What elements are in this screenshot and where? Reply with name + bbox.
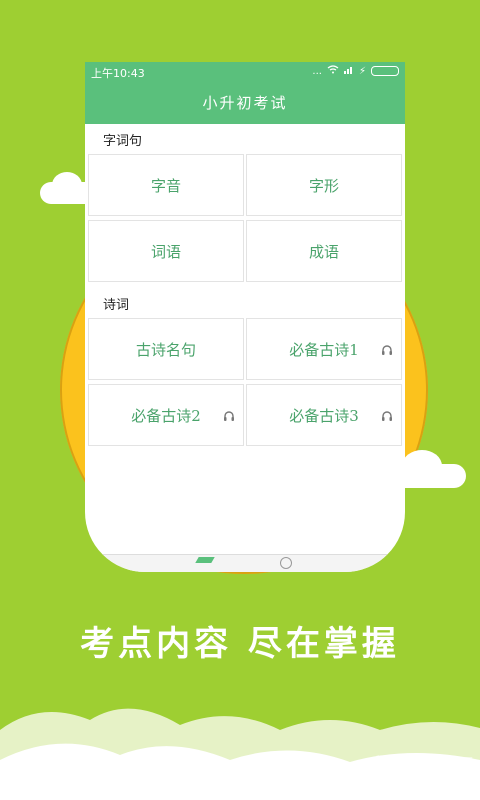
headphone-icon <box>381 342 393 355</box>
home-tab-icon[interactable] <box>195 557 215 563</box>
page-title: 小升初考试 <box>85 82 405 124</box>
cloud-decoration-left-top <box>52 172 82 198</box>
item-bibei-gushi-3[interactable]: 必备古诗3 <box>246 384 402 446</box>
item-zixing[interactable]: 字形 <box>246 154 402 216</box>
item-label: 古诗名句 <box>135 340 196 359</box>
section-label-zicijiu: 字词句 <box>103 134 143 149</box>
status-icons: ... ⚡ <box>312 65 399 77</box>
signal-icon <box>343 65 354 77</box>
headphone-icon <box>223 408 235 421</box>
item-label: 必备古诗2 <box>131 406 201 425</box>
item-label: 字形 <box>308 176 339 195</box>
slogan: 考点内容 尽在掌握 <box>80 624 400 664</box>
section-label-shici: 诗词 <box>103 298 130 313</box>
headphone-icon <box>381 408 393 421</box>
phone-screen: 上午10:43 ... ⚡ 小升初考试 字词句 字音 字形 词语 成语 诗词 古… <box>85 62 405 572</box>
cloud-decoration-right-top <box>402 450 442 482</box>
item-ziyin[interactable]: 字音 <box>88 154 244 216</box>
item-chengyu[interactable]: 成语 <box>246 220 402 282</box>
item-gushi-mingju[interactable]: 古诗名句 <box>88 318 244 380</box>
dots-icon: ... <box>312 65 322 77</box>
charging-icon: ⚡ <box>358 65 366 77</box>
item-bibei-gushi-2[interactable]: 必备古诗2 <box>88 384 244 446</box>
status-bar: 上午10:43 ... ⚡ <box>85 62 405 82</box>
battery-icon <box>371 66 399 76</box>
wifi-icon <box>327 65 339 77</box>
item-bibei-gushi-1[interactable]: 必备古诗1 <box>246 318 402 380</box>
status-time: 上午10:43 <box>91 67 145 80</box>
item-label: 必备古诗1 <box>289 340 359 359</box>
bottom-nav[interactable] <box>85 554 405 572</box>
watermark-url: WWW.1kyx.com <box>388 785 468 796</box>
item-ciyu[interactable]: 词语 <box>88 220 244 282</box>
item-label: 词语 <box>150 242 181 261</box>
profile-tab-icon[interactable] <box>280 557 292 569</box>
item-label: 成语 <box>308 242 339 261</box>
item-label: 字音 <box>150 176 181 195</box>
item-label: 必备古诗3 <box>289 406 359 425</box>
watermark-logo: 1KX 一刻游戏网 <box>276 755 474 785</box>
